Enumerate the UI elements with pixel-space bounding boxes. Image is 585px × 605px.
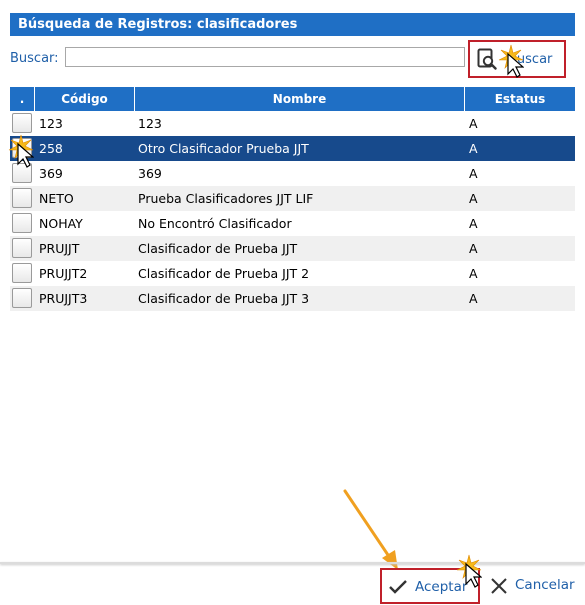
search-button-label: Buscar — [508, 52, 553, 67]
row-checkbox[interactable] — [12, 238, 32, 258]
dialog-title: Búsqueda de Registros: clasificadores — [10, 13, 575, 36]
row-checkbox[interactable] — [12, 188, 32, 208]
cell-codigo: NOHAY — [39, 216, 83, 231]
check-icon — [389, 580, 407, 594]
search-button[interactable]: Buscar — [468, 40, 566, 78]
table-row[interactable]: NETO Prueba Clasificadores JJT LIF A — [10, 186, 575, 211]
table-row[interactable]: PRUJJT Clasificador de Prueba JJT A — [10, 236, 575, 261]
cell-nombre: Clasificador de Prueba JJT 3 — [138, 291, 310, 306]
cell-codigo: 369 — [39, 166, 63, 181]
cell-nombre: Clasificador de Prueba JJT — [138, 241, 298, 256]
cell-estatus: A — [469, 166, 478, 181]
close-icon — [491, 578, 507, 594]
results-grid: . Código Nombre Estatus 123 123 A 258 Ot… — [10, 87, 575, 311]
cell-estatus: A — [469, 266, 478, 281]
cell-nombre: No Encontró Clasificador — [138, 216, 292, 231]
table-row[interactable]: NOHAY No Encontró Clasificador A — [10, 211, 575, 236]
cell-codigo: 123 — [39, 116, 63, 131]
table-row[interactable]: PRUJJT2 Clasificador de Prueba JJT 2 A — [10, 261, 575, 286]
cell-estatus: A — [469, 291, 478, 306]
cell-nombre: Clasificador de Prueba JJT 2 — [138, 266, 310, 281]
search-input[interactable] — [65, 47, 465, 67]
footer-divider — [0, 562, 585, 564]
cell-estatus: A — [469, 141, 478, 156]
cell-codigo: PRUJJT3 — [39, 291, 88, 306]
grid-header: . Código Nombre Estatus — [10, 87, 575, 111]
arrow-annotation-icon — [343, 489, 398, 570]
row-checkbox[interactable] — [12, 138, 32, 158]
table-row[interactable]: 369 369 A — [10, 161, 575, 186]
row-checkbox[interactable] — [12, 288, 32, 308]
table-row[interactable]: PRUJJT3 Clasificador de Prueba JJT 3 A — [10, 286, 575, 311]
column-header-estatus[interactable]: Estatus — [465, 87, 575, 111]
cell-codigo: 258 — [39, 141, 63, 156]
row-checkbox[interactable] — [12, 213, 32, 233]
cancel-button-label: Cancelar — [515, 577, 575, 593]
cell-estatus: A — [469, 116, 478, 131]
search-label: Buscar: — [10, 51, 59, 66]
accept-button[interactable]: Aceptar — [380, 568, 480, 604]
cell-codigo: PRUJJT — [39, 241, 80, 256]
accept-button-label: Aceptar — [415, 579, 468, 595]
cell-nombre: Otro Clasificador Prueba JJT — [138, 141, 309, 156]
column-header-codigo[interactable]: Código — [35, 87, 135, 111]
search-icon — [477, 48, 497, 70]
cell-nombre: 123 — [138, 116, 162, 131]
cell-nombre: Prueba Clasificadores JJT LIF — [138, 191, 314, 206]
cell-estatus: A — [469, 191, 478, 206]
cell-nombre: 369 — [138, 166, 162, 181]
column-header-nombre[interactable]: Nombre — [135, 87, 465, 111]
cell-codigo: PRUJJT2 — [39, 266, 88, 281]
row-checkbox[interactable] — [12, 163, 32, 183]
row-checkbox[interactable] — [12, 263, 32, 283]
cell-estatus: A — [469, 216, 478, 231]
table-row[interactable]: 123 123 A — [10, 111, 575, 136]
column-header-select[interactable]: . — [10, 87, 35, 111]
row-checkbox[interactable] — [12, 113, 32, 133]
cell-codigo: NETO — [39, 191, 74, 206]
cell-estatus: A — [469, 241, 478, 256]
table-row[interactable]: 258 Otro Clasificador Prueba JJT A — [10, 136, 575, 161]
cancel-button[interactable]: Cancelar — [488, 568, 578, 604]
